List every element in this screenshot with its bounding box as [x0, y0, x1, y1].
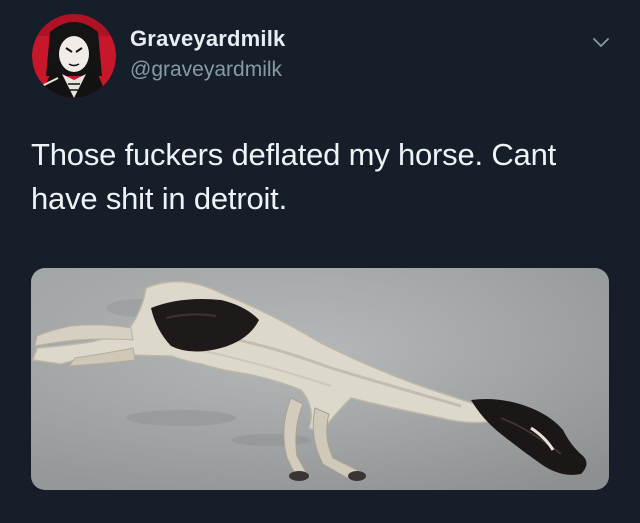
tweet-text-line: have shit in detroit. [31, 181, 288, 216]
media-photo [31, 268, 609, 490]
display-name[interactable]: Graveyardmilk [130, 26, 285, 52]
tweet-text-line: Those fuckers deflated my horse. Cant [31, 137, 557, 172]
tweet-text: Those fuckers deflated my horse. Cant ha… [31, 133, 621, 221]
chevron-down-icon[interactable] [588, 30, 614, 56]
avatar-image [32, 14, 116, 98]
tweet-card: Graveyardmilk @graveyardmilk Those fucke… [0, 0, 640, 523]
avatar[interactable] [32, 14, 116, 98]
user-handle[interactable]: @graveyardmilk [130, 58, 282, 82]
tweet-media-image[interactable] [31, 268, 609, 490]
